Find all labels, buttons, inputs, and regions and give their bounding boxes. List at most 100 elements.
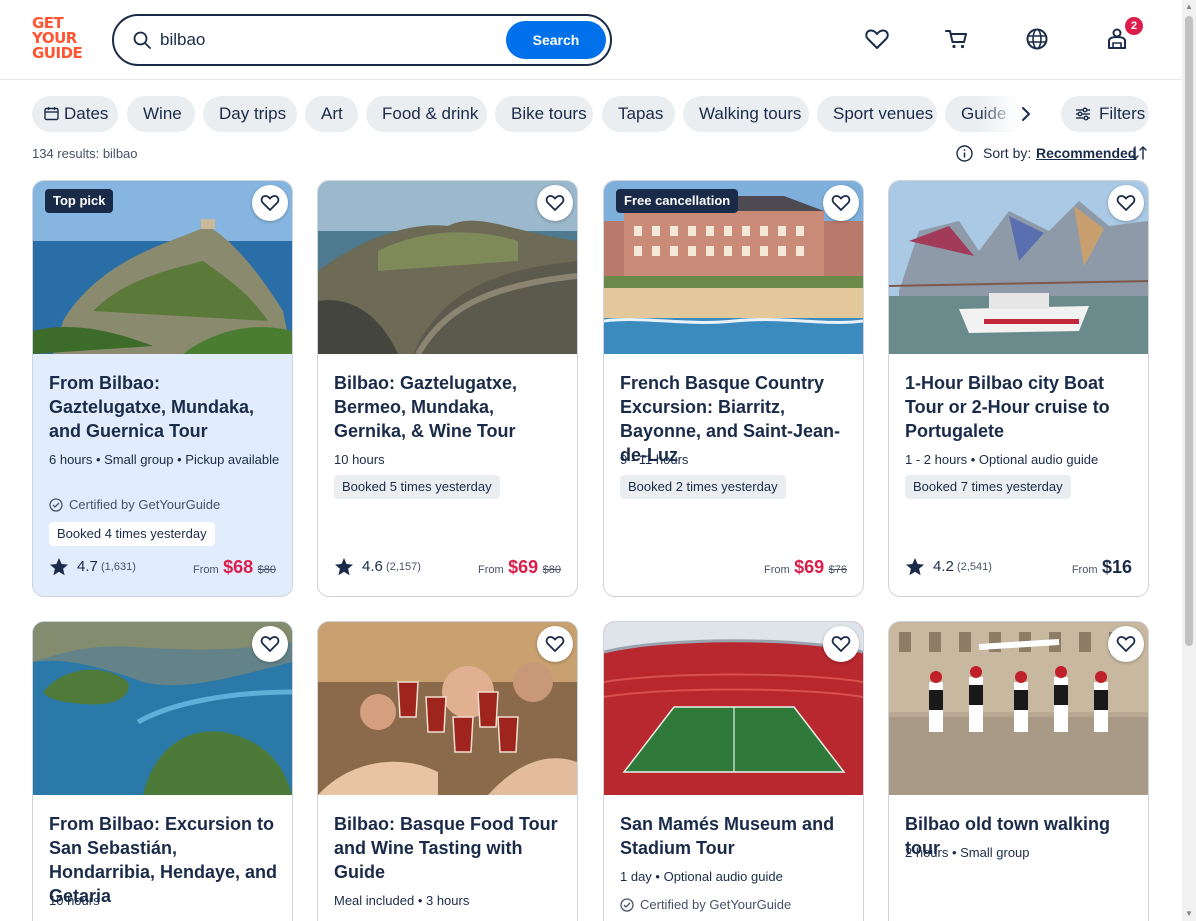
calendar-icon [44, 107, 59, 121]
sort-dropdown[interactable]: Recommended [1036, 145, 1136, 161]
activity-card[interactable]: Bilbao old town walking tour 2 hours • S… [888, 621, 1149, 921]
certified-text: Certified by GetYourGuide [69, 497, 221, 512]
chip-food-drink[interactable]: Food & drink [366, 96, 487, 132]
activity-card[interactable]: San Mamés Museum and Stadium Tour 1 day … [603, 621, 864, 921]
activity-details: 10 hours [334, 452, 385, 467]
add-to-wishlist-button[interactable] [823, 626, 859, 662]
price-amount: $16 [1101, 557, 1132, 577]
chip-walking-tours[interactable]: Walking tours [683, 96, 809, 132]
chip-dates[interactable]: Dates [32, 96, 118, 132]
add-to-wishlist-button[interactable] [252, 185, 288, 221]
review-count: (1,631) [101, 561, 136, 573]
heart-icon [831, 636, 851, 652]
chip-label: Day trips [219, 104, 287, 123]
add-to-wishlist-button[interactable] [537, 626, 573, 662]
category-chips: Dates Wine Day trips Art Food & drink Bi… [32, 96, 1032, 132]
heart-icon [831, 195, 851, 211]
info-icon[interactable] [956, 145, 973, 162]
results-count: 134 results: bilbao [32, 146, 138, 161]
filters-button[interactable]: Filters [1061, 96, 1149, 132]
top-pick-badge: Top pick [45, 189, 114, 213]
chip-day-trips[interactable]: Day trips [203, 96, 297, 132]
add-to-wishlist-button[interactable] [252, 626, 288, 662]
add-to-wishlist-button[interactable] [1108, 626, 1144, 662]
star-icon [335, 558, 353, 576]
check-badge-icon [49, 498, 63, 512]
activity-card[interactable]: Top pick From Bilbao: Gaztelugatxe, Mund… [32, 180, 293, 597]
from-label: From [478, 564, 504, 576]
globe-icon[interactable] [1024, 26, 1050, 52]
chevron-right-icon[interactable] [1012, 100, 1040, 128]
activity-details: 10 hours [49, 893, 100, 908]
activity-card[interactable]: Bilbao: Gaztelugatxe, Bermeo, Mundaka, G… [317, 180, 578, 597]
page-scrollbar[interactable]: ▲ ▼ [1182, 0, 1196, 921]
cart-count-badge: 2 [1125, 17, 1143, 35]
review-count: (2,157) [386, 561, 421, 573]
original-price: $80 [542, 564, 561, 576]
getyourguide-logo[interactable]: GET YOUR GUIDE [32, 16, 90, 64]
chip-sport-venues[interactable]: Sport venues [817, 96, 937, 132]
original-price: $80 [257, 564, 276, 576]
heart-icon[interactable] [864, 26, 890, 52]
scroll-down-arrow-icon[interactable]: ▼ [1185, 910, 1193, 918]
chip-tapas[interactable]: Tapas [602, 96, 675, 132]
add-to-wishlist-button[interactable] [823, 185, 859, 221]
top-header: GET YOUR GUIDE Search 2 [0, 0, 1182, 80]
activity-card[interactable]: From Bilbao: Excursion to San Sebastián,… [32, 621, 293, 921]
activity-title[interactable]: 1-Hour Bilbao city Boat Tour or 2-Hour c… [905, 371, 1137, 443]
price: From $69 $76 [764, 557, 847, 578]
activity-details: Meal included • 3 hours [334, 893, 470, 908]
add-to-wishlist-button[interactable] [537, 185, 573, 221]
activity-title[interactable]: Bilbao: Basque Food Tour and Wine Tastin… [334, 812, 566, 884]
certified-text: Certified by GetYourGuide [640, 897, 792, 912]
activity-details: 6 hours • Small group • Pickup available [49, 452, 280, 467]
review-count: (2,541) [957, 561, 992, 573]
activity-card[interactable]: Bilbao: Basque Food Tour and Wine Tastin… [317, 621, 578, 921]
search-input[interactable] [160, 27, 500, 53]
star-icon [50, 558, 68, 576]
price-amount: $68 [223, 557, 254, 577]
free-cancellation-badge: Free cancellation [616, 189, 739, 213]
add-to-wishlist-button[interactable] [1108, 185, 1144, 221]
from-label: From [764, 564, 790, 576]
price-amount: $69 [794, 557, 825, 577]
price: From $16 [1072, 557, 1132, 578]
price: From $69 $80 [478, 557, 561, 578]
chip-label: Sport venues [833, 104, 934, 123]
rating-value: 4.6 [362, 558, 383, 575]
activity-details: 9 - 11 hours [620, 452, 689, 467]
price: From $68 $80 [193, 557, 276, 578]
chip-label: Bike tours [511, 104, 587, 123]
scroll-up-arrow-icon[interactable]: ▲ [1185, 3, 1193, 11]
cart-icon[interactable] [944, 26, 970, 52]
activity-details: 1 day • Optional audio guide [620, 869, 783, 884]
activity-title[interactable]: From Bilbao: Gaztelugatxe, Mundaka, and … [49, 371, 281, 443]
heart-icon [260, 636, 280, 652]
price-amount: $69 [508, 557, 539, 577]
sort-label: Sort by: [983, 145, 1032, 161]
chip-label: Art [321, 104, 343, 123]
search-icon [133, 31, 151, 49]
booked-badge: Booked 5 times yesterday [334, 475, 500, 499]
activity-card[interactable]: 1-Hour Bilbao city Boat Tour or 2-Hour c… [888, 180, 1149, 597]
sort-arrows-icon[interactable] [1130, 144, 1148, 162]
heart-icon [1116, 195, 1136, 211]
logo-line-3: GUIDE [32, 44, 83, 62]
chip-label: Food & drink [382, 104, 479, 123]
star-icon [906, 558, 924, 576]
chip-label: Tapas [618, 104, 664, 123]
chip-label: Walking tours [699, 104, 802, 123]
chip-bike-tours[interactable]: Bike tours [495, 96, 593, 132]
activity-title[interactable]: Bilbao: Gaztelugatxe, Bermeo, Mundaka, G… [334, 371, 566, 443]
scrollbar-thumb[interactable] [1185, 16, 1193, 646]
booked-badge: Booked 7 times yesterday [905, 475, 1071, 499]
sliders-icon [1076, 107, 1090, 121]
activity-title[interactable]: San Mamés Museum and Stadium Tour [620, 812, 852, 860]
search-bar: Search [112, 14, 612, 66]
activity-card[interactable]: Free cancellation French Basque Country … [603, 180, 864, 597]
search-button[interactable]: Search [506, 21, 606, 59]
chip-art[interactable]: Art [305, 96, 358, 132]
original-price: $76 [828, 564, 847, 576]
chip-label: Dates [64, 104, 109, 123]
chip-wine[interactable]: Wine [127, 96, 195, 132]
